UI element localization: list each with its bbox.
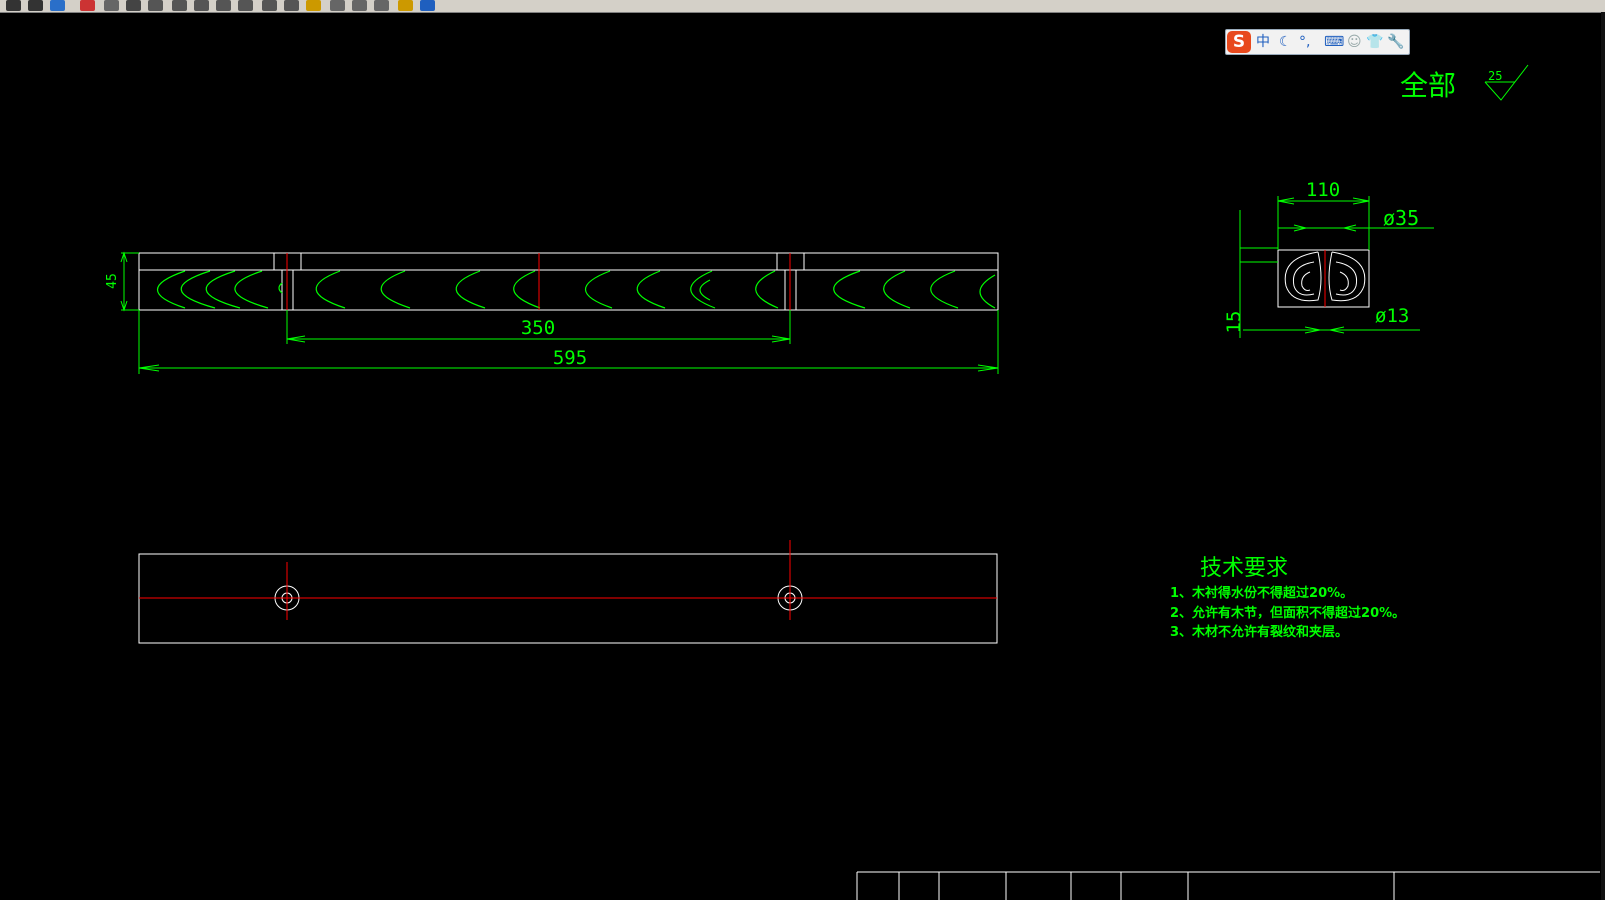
saveas-icon[interactable]: [28, 0, 43, 11]
layer-icon[interactable]: [374, 0, 389, 11]
drawing-canvas[interactable]: 45 350 595 110 ø35 ø13 15 全部 25 技术要求 1、木…: [0, 12, 1600, 900]
user-icon[interactable]: ☺: [1347, 33, 1362, 51]
properties-icon[interactable]: [306, 0, 321, 11]
roughness-value: 25: [1488, 69, 1502, 83]
tech-title: 技术要求: [1200, 556, 1288, 581]
front-view-outline: [138, 252, 999, 311]
front-centerlines: [286, 253, 791, 310]
title-block: [856, 871, 1600, 900]
pan-icon[interactable]: [238, 0, 253, 11]
help-icon[interactable]: [420, 0, 435, 11]
tool-palette-icon[interactable]: [352, 0, 367, 11]
roughness-label: 全部: [1400, 69, 1456, 102]
copy-icon[interactable]: [104, 0, 119, 11]
wood-grain: [156, 270, 996, 309]
front-view: [138, 252, 999, 311]
tech-line-1: 1、木衬得水份不得超过20%。: [1170, 585, 1353, 601]
language-mode-toggle[interactable]: 中: [1256, 33, 1270, 51]
tech-requirements: 技术要求 1、木衬得水份不得超过20%。 2、允许有木节，但面积不得超过20%。…: [1170, 556, 1405, 640]
vertical-scrollbar[interactable]: [1601, 12, 1605, 900]
dim-width-label: 110: [1306, 179, 1340, 201]
side-view-outline: [1277, 249, 1370, 308]
tech-line-2: 2、允许有木节，但面积不得超过20%。: [1170, 605, 1405, 621]
zoom-extents-icon[interactable]: [284, 0, 299, 11]
zoom-window-icon[interactable]: [194, 0, 209, 11]
dim-holes-label: 350: [521, 317, 555, 339]
cut-icon[interactable]: [80, 0, 95, 11]
save-icon[interactable]: [6, 0, 21, 11]
side-view: [1277, 249, 1370, 308]
dim-dia-small-label: ø13: [1375, 305, 1409, 327]
design-center-icon[interactable]: [330, 0, 345, 11]
print-icon[interactable]: [126, 0, 141, 11]
zoom-previous-icon[interactable]: [262, 0, 277, 11]
dim-dia-big-label: ø35: [1383, 206, 1419, 230]
top-centerlines: [139, 540, 997, 620]
zoom-in-icon[interactable]: [148, 0, 163, 11]
dim-15-label: 15: [1223, 311, 1245, 334]
punctuation-icon[interactable]: °,: [1299, 33, 1310, 51]
plot-icon[interactable]: [50, 0, 65, 11]
keyboard-icon[interactable]: ⌨: [1324, 33, 1344, 51]
markup-icon[interactable]: [398, 0, 413, 11]
tech-line-3: 3、木材不允许有裂纹和夹层。: [1170, 624, 1348, 640]
zoom-realtime-icon[interactable]: [216, 0, 231, 11]
dim-height-label: 45: [105, 273, 120, 289]
dim-length-label: 595: [553, 347, 587, 369]
sogou-logo-icon[interactable]: S: [1227, 31, 1251, 53]
roughness-symbol: 全部 25: [1400, 64, 1529, 102]
settings-icon[interactable]: 🔧: [1387, 33, 1404, 51]
zoom-out-icon[interactable]: [172, 0, 187, 11]
input-method-bar[interactable]: S 中 ☾ °, ⌨ ☺ 👕 🔧: [1225, 29, 1410, 55]
moon-icon[interactable]: ☾: [1279, 33, 1292, 51]
skin-icon[interactable]: 👕: [1366, 33, 1383, 51]
